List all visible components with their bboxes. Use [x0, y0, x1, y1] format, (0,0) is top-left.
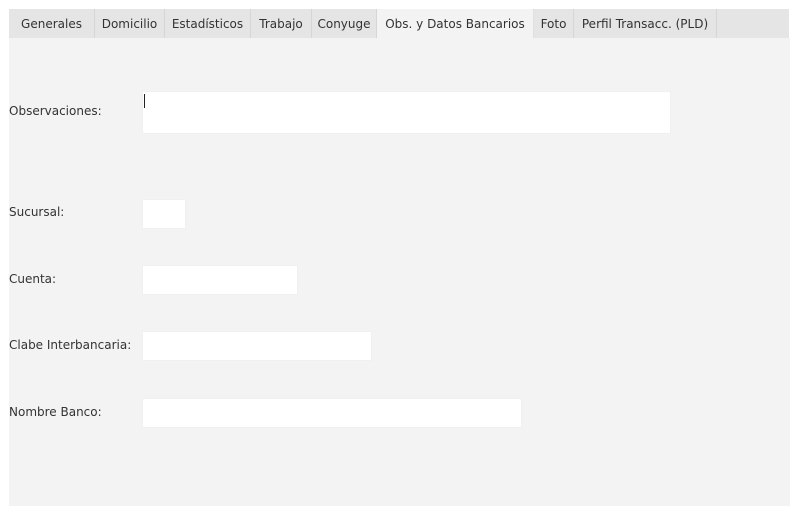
tab-trabajo[interactable]: Trabajo	[251, 9, 312, 38]
tab-foto[interactable]: Foto	[534, 9, 574, 38]
tab-panel: Observaciones: Sucursal: Cuenta: Clabe I…	[9, 38, 790, 506]
cuenta-input[interactable]	[142, 265, 298, 295]
text-cursor	[144, 94, 145, 108]
tab-bar: Generales Domicilio Estadísticos Trabajo…	[9, 9, 789, 39]
tab-domicilio[interactable]: Domicilio	[95, 9, 165, 38]
clabe-interbancaria-input[interactable]	[142, 331, 372, 361]
observaciones-textarea[interactable]	[142, 91, 671, 134]
observaciones-label: Observaciones:	[9, 104, 102, 118]
nombre-banco-label: Nombre Banco:	[9, 405, 102, 419]
cuenta-label: Cuenta:	[9, 272, 57, 286]
sucursal-label: Sucursal:	[9, 205, 65, 219]
tab-perfil-transacc[interactable]: Perfil Transacc. (PLD)	[574, 9, 717, 38]
tab-estadisticos[interactable]: Estadísticos	[165, 9, 251, 38]
tab-obs-datos-bancarios[interactable]: Obs. y Datos Bancarios	[377, 9, 534, 38]
tab-generales[interactable]: Generales	[9, 9, 95, 38]
sucursal-input[interactable]	[142, 199, 186, 229]
clabe-interbancaria-label: Clabe Interbancaria:	[9, 338, 132, 352]
tab-conyuge[interactable]: Conyuge	[312, 9, 377, 38]
nombre-banco-input[interactable]	[142, 398, 522, 428]
